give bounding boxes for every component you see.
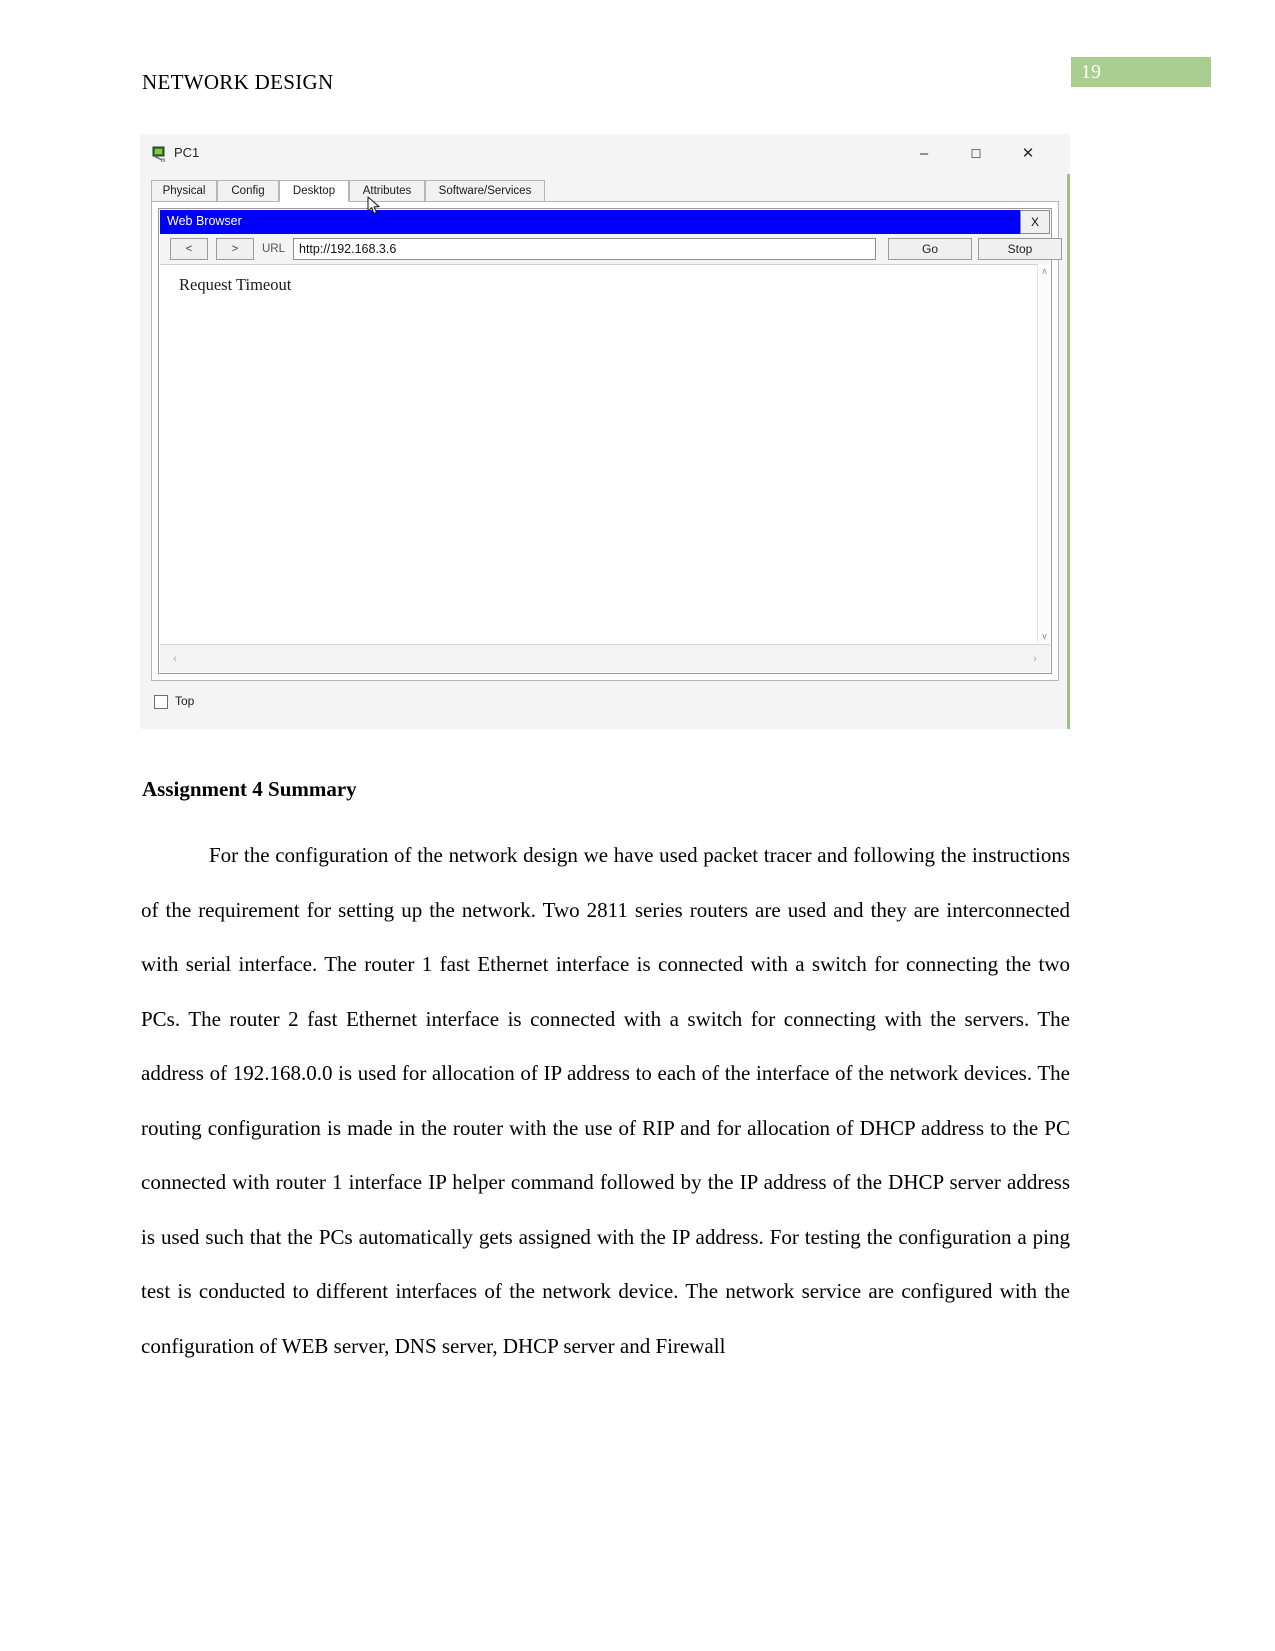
web-browser-close-icon[interactable]: X: [1020, 210, 1050, 234]
web-browser-window: Web Browser X < > URL http://192.168.3.6…: [158, 208, 1062, 674]
web-browser-title: Web Browser: [167, 214, 242, 228]
packet-tracer-screenshot-figure: PC1 – ☐ ✕ Physical Config Desktop Attrib…: [140, 134, 1070, 729]
web-browser-viewport: Request Timeout: [160, 264, 1050, 643]
top-checkbox-label: Top: [175, 694, 195, 708]
page-content-text: Request Timeout: [179, 275, 292, 294]
go-button[interactable]: Go: [888, 238, 972, 260]
horizontal-scrollbar[interactable]: ‹ ›: [160, 644, 1050, 672]
close-button[interactable]: ✕: [1008, 140, 1048, 168]
window-title: PC1: [174, 145, 200, 160]
stop-button[interactable]: Stop: [978, 238, 1062, 260]
summary-paragraph: For the configuration of the network des…: [141, 843, 1070, 1358]
vertical-scrollbar[interactable]: ∧ ∨: [1037, 264, 1051, 643]
tab-software-services[interactable]: Software/Services: [425, 180, 545, 202]
back-button[interactable]: <: [170, 238, 208, 260]
minimize-button[interactable]: –: [904, 140, 944, 168]
tab-config[interactable]: Config: [217, 180, 279, 202]
url-label: URL: [262, 243, 286, 255]
document-header: NETWORK DESIGN 19: [0, 0, 1275, 120]
tab-strip: Physical Config Desktop Attributes Softw…: [151, 180, 1059, 202]
forward-button[interactable]: >: [216, 238, 254, 260]
web-browser-toolbar: < > URL http://192.168.3.6 Go Stop: [160, 234, 1062, 264]
running-head: NETWORK DESIGN: [142, 70, 334, 94]
scroll-down-icon[interactable]: ∨: [1038, 629, 1051, 643]
scroll-left-icon[interactable]: ‹: [166, 650, 184, 668]
tab-desktop[interactable]: Desktop: [279, 180, 349, 202]
window-footer: Top: [151, 691, 1059, 717]
pc-device-icon: [151, 145, 168, 163]
tab-content-panel: Web Browser X < > URL http://192.168.3.6…: [151, 201, 1062, 681]
tab-physical[interactable]: Physical: [151, 180, 217, 202]
web-browser-title-bar: Web Browser: [160, 210, 1050, 234]
url-input[interactable]: http://192.168.3.6: [293, 238, 876, 260]
tab-attributes[interactable]: Attributes: [349, 180, 425, 202]
top-checkbox[interactable]: [154, 695, 168, 709]
scroll-right-icon[interactable]: ›: [1026, 650, 1044, 668]
maximize-button[interactable]: ☐: [956, 140, 996, 168]
window-title-bar: PC1 – ☐ ✕: [140, 134, 1070, 174]
page-number-badge: 19: [1071, 57, 1211, 87]
section-heading: Assignment 4 Summary: [142, 777, 357, 801]
scroll-up-icon[interactable]: ∧: [1038, 264, 1051, 278]
